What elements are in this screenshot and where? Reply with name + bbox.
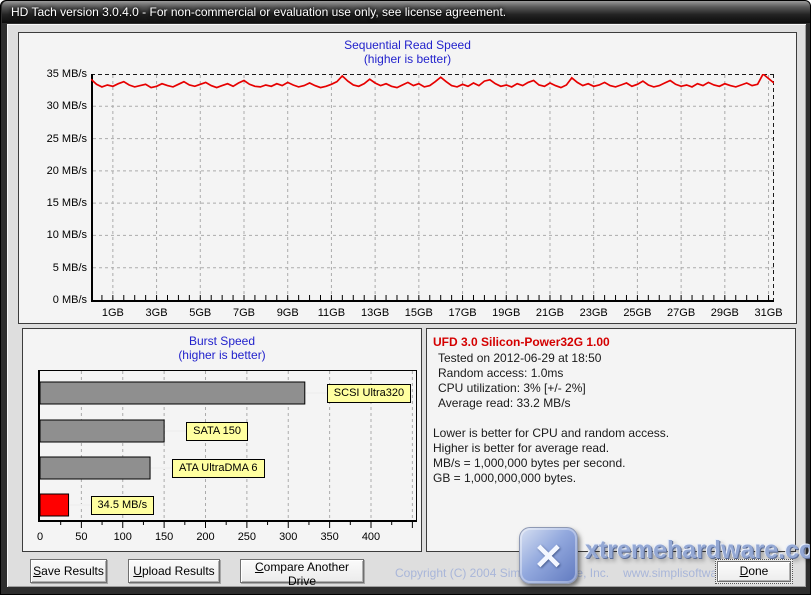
x-axis-label: 5GB [175, 307, 225, 320]
burst-chart-subtitle: (higher is better) [23, 348, 421, 362]
upload-hotkey: U [133, 564, 142, 578]
burst-bar [40, 457, 150, 479]
compare-another-drive-button[interactable]: Compare Another Drive [240, 559, 364, 583]
drive-name: UFD 3.0 Silicon-Power32G 1.00 [433, 335, 610, 349]
y-axis-label: 20 MB/s [23, 165, 87, 178]
x-axis-label: 31GB [744, 307, 794, 320]
y-axis-label: 0 MB/s [23, 294, 87, 307]
x-axis-label: 19GB [481, 307, 531, 320]
y-axis-label: 30 MB/s [23, 100, 87, 113]
x-axis-label: 21GB [525, 307, 575, 320]
cpu-utilization-line: CPU utilization: 3% [+/- 2%] [438, 381, 586, 395]
burst-bar-label: SCSI Ultra320 [327, 384, 411, 403]
note-higher-better: Higher is better for average read. [433, 441, 609, 455]
upload-results-button[interactable]: Upload Results [128, 559, 220, 583]
x-axis-label: 25GB [612, 307, 662, 320]
x-axis-label: 7GB [219, 307, 269, 320]
y-axis-label: 15 MB/s [23, 197, 87, 210]
burst-bar [40, 420, 164, 442]
save-label: ave Results [41, 564, 104, 578]
done-button-focus-ring: Done [715, 559, 793, 584]
y-axis-label: 10 MB/s [23, 229, 87, 242]
burst-bar-label: SATA 150 [186, 422, 248, 441]
seq-chart-subtitle: (higher is better) [19, 52, 796, 66]
sequential-read-chart [91, 74, 774, 302]
done-label: one [748, 564, 768, 578]
x-axis-label: 15GB [394, 307, 444, 320]
done-button[interactable]: Done [717, 561, 791, 582]
upload-label: pload Results [142, 564, 215, 578]
save-results-button[interactable]: Save Results [30, 559, 107, 583]
sequential-read-panel: Sequential Read Speed (higher is better)… [18, 32, 797, 324]
note-mbs-definition: MB/s = 1,000,000 bytes per second. [433, 456, 625, 470]
x-axis-label: 13GB [350, 307, 400, 320]
y-axis-label: 5 MB/s [23, 262, 87, 275]
x-axis-label: 23GB [569, 307, 619, 320]
compare-hotkey: C [255, 560, 264, 574]
burst-bar-label: 34.5 MB/s [91, 496, 155, 515]
window-title: HD Tach version 3.0.4.0 - For non-commer… [11, 5, 506, 19]
done-hotkey: D [740, 564, 749, 578]
titlebar[interactable]: HD Tach version 3.0.4.0 - For non-commer… [2, 1, 811, 23]
x-axis-label: 9GB [263, 307, 313, 320]
x-axis-label: 1GB [88, 307, 138, 320]
note-gb-definition: GB = 1,000,000,000 bytes. [433, 471, 576, 485]
x-axis-label: 11GB [306, 307, 356, 320]
drive-info-panel: UFD 3.0 Silicon-Power32G 1.00 Tested on … [426, 328, 796, 552]
x-axis-label: 17GB [438, 307, 488, 320]
burst-speed-panel: Burst Speed (higher is better) SCSI Ultr… [22, 328, 422, 552]
save-hotkey: S [33, 564, 41, 578]
hdtach-window: HD Tach version 3.0.4.0 - For non-commer… [0, 0, 811, 595]
burst-bar-label: ATA UltraDMA 6 [172, 459, 264, 478]
y-axis-label: 35 MB/s [23, 68, 87, 81]
xtremehardware-logo-icon: ✕ [519, 527, 578, 584]
note-lower-better: Lower is better for CPU and random acces… [433, 426, 669, 440]
seq-chart-title: Sequential Read Speed [19, 38, 796, 52]
x-axis-label: 27GB [656, 307, 706, 320]
y-axis-label: 25 MB/s [23, 133, 87, 146]
random-access-line: Random access: 1.0ms [438, 366, 563, 380]
tested-on-line: Tested on 2012-06-29 at 18:50 [438, 351, 601, 365]
x-axis-label: 3GB [132, 307, 182, 320]
burst-x-axis-label: 400 [346, 531, 396, 544]
read-speed-line [91, 74, 774, 88]
average-read-line: Average read: 33.2 MB/s [438, 396, 571, 410]
x-axis-label: 29GB [700, 307, 750, 320]
burst-bar [40, 382, 305, 404]
burst-bar [40, 494, 69, 516]
x-icon: ✕ [520, 530, 577, 585]
burst-chart-title: Burst Speed [23, 334, 421, 348]
seq-plot-area [91, 74, 774, 302]
